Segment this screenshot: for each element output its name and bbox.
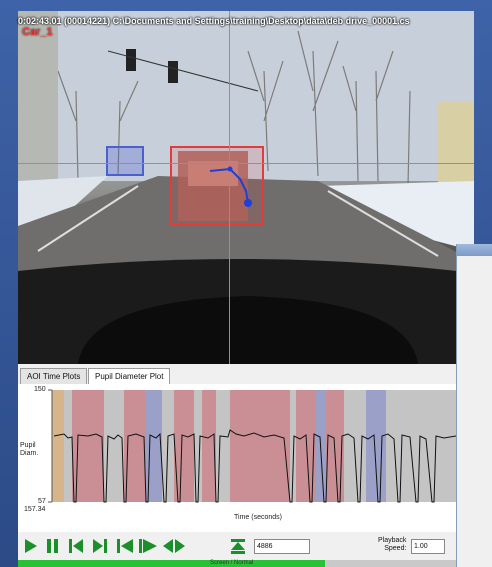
dialog-titlebar (457, 244, 492, 256)
y-max-label: 150 (34, 386, 46, 393)
rewind-icon[interactable] (162, 538, 186, 554)
video-panel[interactable] (18, 11, 474, 364)
step-back-icon[interactable] (68, 538, 84, 554)
x-axis-label: Time (seconds) (234, 514, 282, 521)
y-axis-label: Pupil Diam. (20, 442, 38, 458)
plot-tabs: AOI Time Plots Pupil Diameter Plot (18, 368, 456, 385)
progress-text: Screen / Normal (210, 560, 254, 566)
step-forward-icon[interactable] (92, 538, 108, 554)
skip-to-start-icon[interactable] (116, 538, 134, 554)
y-min-label: 57 (38, 498, 46, 505)
playback-speed-label: Playback Speed: (378, 537, 406, 553)
aoi-bands (52, 390, 456, 502)
frame-number-input[interactable]: 4886 (254, 539, 310, 554)
tab-aoi-time-plots[interactable]: AOI Time Plots (20, 368, 88, 384)
tab-pupil-diameter-plot[interactable]: Pupil Diameter Plot (88, 368, 171, 385)
speed-label-line2: Speed: (384, 545, 407, 552)
playback-controls: 4886 Playback Speed: 1.00 (18, 532, 456, 560)
progress-fill (18, 560, 325, 567)
plot-panel: AOI Time Plots Pupil Diameter Plot 150 5… (18, 364, 456, 532)
x-start-label: 157.34 (24, 506, 46, 513)
y-axis-label-line1: Pupil (20, 442, 36, 449)
play-icon[interactable] (24, 538, 38, 554)
speed-label-line1: Playback (378, 537, 407, 544)
side-dialog (456, 244, 492, 567)
pupil-diameter-plot (18, 384, 456, 532)
app-window: 0:02:43.01 (00014221) C:\Documents and S… (0, 0, 492, 567)
fast-forward-icon[interactable] (138, 538, 158, 554)
gaze-path (209, 166, 252, 207)
pause-icon[interactable] (46, 538, 60, 554)
video-timestamp-path: 0:02:43.01 (00014221) C:\Documents and S… (18, 16, 410, 26)
y-axis-label-line2: Diam. (20, 450, 39, 457)
aoi-label: Car_1 (22, 26, 53, 38)
go-to-frame-icon[interactable] (230, 538, 248, 556)
playback-speed-input[interactable]: 1.00 (411, 539, 445, 554)
